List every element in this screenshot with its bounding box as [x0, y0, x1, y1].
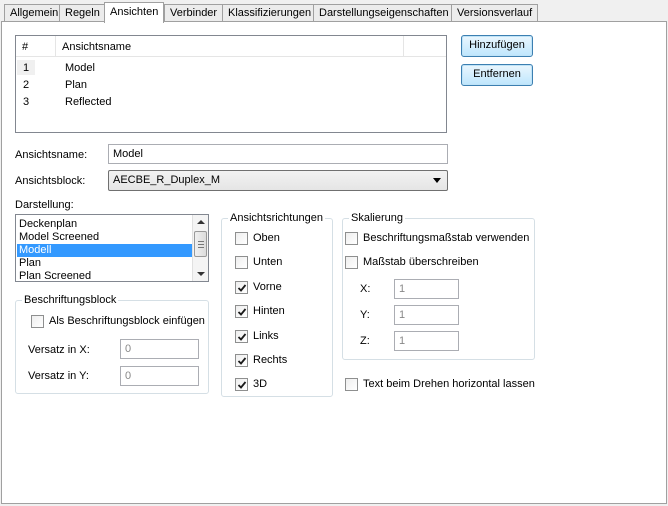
label-block-title: Beschriftungsblock — [22, 294, 119, 306]
checkmark-icon — [237, 308, 247, 316]
checkbox-box[interactable] — [235, 232, 248, 245]
checkmark-icon — [237, 381, 247, 389]
checkbox-label: Oben — [253, 232, 280, 244]
view-name-input[interactable]: Model — [108, 144, 448, 164]
listbox-scrollbar[interactable] — [192, 215, 208, 281]
checkbox-label: Hinten — [253, 305, 285, 317]
checkbox-box[interactable] — [235, 256, 248, 269]
checkmark-icon — [237, 357, 247, 365]
scale-z-input[interactable]: 1 — [394, 331, 459, 351]
row-number: 3 — [23, 96, 30, 108]
tab-klassifizierungen[interactable]: Klassifizierungen — [222, 4, 318, 22]
checkbox-label: Vorne — [253, 281, 282, 293]
views-table-header: # Ansichtsname — [16, 36, 446, 57]
tab-ansichten[interactable]: Ansichten — [104, 2, 165, 23]
table-row[interactable]: 3 Reflected — [16, 94, 446, 111]
list-item-selected[interactable]: Modell — [17, 244, 193, 257]
list-item[interactable]: Plan Screened — [17, 270, 193, 281]
list-item[interactable]: Deckenplan — [17, 218, 193, 231]
checkbox-label: Maßstab überschreiben — [363, 256, 479, 268]
tab-regeln[interactable]: Regeln — [59, 4, 106, 22]
view-directions-title: Ansichtsrichtungen — [228, 212, 325, 224]
tab-allgemein[interactable]: Allgemein — [4, 4, 65, 22]
scroll-up-icon[interactable] — [197, 220, 205, 224]
checkbox-box[interactable] — [31, 315, 44, 328]
column-header-number[interactable]: # — [16, 36, 56, 57]
checkbox-label: Links — [253, 330, 279, 342]
tab-darstellungseigenschaften[interactable]: Darstellungseigenschaften — [313, 4, 455, 22]
checkbox-label: 3D — [253, 378, 268, 390]
scale-z-label: Z: — [360, 335, 370, 347]
offset-x-label: Versatz in X: — [28, 344, 90, 356]
list-item[interactable]: Model Screened — [17, 231, 193, 244]
column-header-view-name[interactable]: Ansichtsname — [56, 36, 404, 57]
chevron-down-icon — [433, 178, 441, 183]
offset-x-input[interactable]: 0 — [120, 339, 199, 359]
row-number: 1 — [23, 62, 30, 74]
tab-versionsverlauf[interactable]: Versionsverlauf — [451, 4, 539, 22]
checkbox-label: Unten — [253, 256, 283, 268]
offset-y-input[interactable]: 0 — [120, 366, 199, 386]
view-block-value: AECBE_R_Duplex_M — [113, 174, 220, 186]
view-block-dropdown[interactable]: AECBE_R_Duplex_M — [108, 170, 448, 191]
row-view-name: Reflected — [65, 96, 112, 108]
offset-y-label: Versatz in Y: — [28, 370, 89, 382]
checkbox-label: Als Beschriftungsblock einfügen — [49, 315, 205, 327]
row-view-name: Model — [65, 62, 95, 74]
checkbox-box[interactable] — [235, 281, 248, 294]
scale-x-input[interactable]: 1 — [394, 279, 459, 299]
checkbox-box[interactable] — [235, 378, 248, 391]
scrollbar-thumb[interactable] — [194, 231, 207, 257]
scroll-down-icon[interactable] — [197, 272, 205, 276]
checkbox-box[interactable] — [345, 378, 358, 391]
views-table[interactable]: # Ansichtsname 1 Model 2 Plan 3 Reflecte… — [15, 35, 447, 133]
scale-y-label: Y: — [360, 309, 370, 321]
checkbox-box[interactable] — [235, 330, 248, 343]
display-listbox[interactable]: Deckenplan Model Screened Modell Plan Pl… — [15, 214, 209, 282]
remove-button[interactable]: Entfernen — [461, 64, 533, 86]
add-button[interactable]: Hinzufügen — [461, 35, 533, 57]
checkbox-label: Text beim Drehen horizontal lassen — [363, 378, 535, 390]
checkbox-label: Rechts — [253, 354, 288, 366]
tab-verbinder[interactable]: Verbinder — [164, 4, 224, 22]
scaling-title: Skalierung — [349, 212, 405, 224]
checkbox-label: Beschriftungsmaßstab verwenden — [363, 232, 530, 244]
view-block-label: Ansichtsblock: — [15, 175, 86, 187]
checkmark-icon — [237, 333, 247, 341]
view-name-label: Ansichtsname: — [15, 149, 88, 161]
display-label: Darstellung: — [15, 199, 74, 211]
checkbox-box[interactable] — [345, 256, 358, 269]
table-row[interactable]: 2 Plan — [16, 77, 446, 94]
list-item[interactable]: Plan — [17, 257, 193, 270]
table-row[interactable]: 1 Model — [16, 60, 446, 77]
checkbox-box[interactable] — [345, 232, 358, 245]
checkbox-box[interactable] — [235, 305, 248, 318]
checkmark-icon — [237, 284, 247, 292]
row-number: 2 — [23, 79, 30, 91]
scale-y-input[interactable]: 1 — [394, 305, 459, 325]
checkbox-box[interactable] — [235, 354, 248, 367]
row-view-name: Plan — [65, 79, 88, 91]
scale-x-label: X: — [360, 283, 371, 295]
